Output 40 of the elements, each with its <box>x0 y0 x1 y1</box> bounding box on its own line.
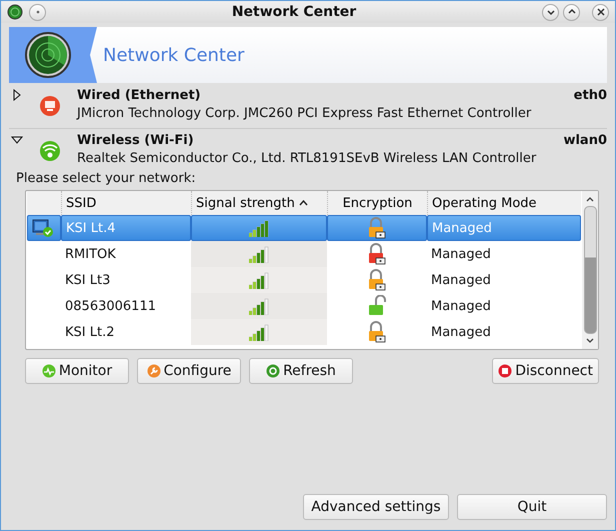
minimize-button[interactable] <box>542 4 559 20</box>
window-title: Network Center <box>230 4 358 20</box>
device-description: JMicron Technology Corp. JMC260 PCI Express Fast Ethernet Controller <box>77 106 532 121</box>
device-description: Realtek Semiconductor Co., Ltd. RTL8191SEvB Wireless LAN Controller <box>77 151 538 166</box>
mode-cell-text: Managed <box>430 298 492 316</box>
quit-button[interactable]: Quit <box>457 494 607 520</box>
dot-icon <box>34 9 40 15</box>
mode-cell: Managed <box>427 215 581 241</box>
scroll-up-icon[interactable] <box>585 195 595 203</box>
network-row[interactable]: RMITOK Managed <box>27 241 581 267</box>
close-button[interactable] <box>592 4 609 20</box>
network-row[interactable]: KSI Lt3 Managed <box>27 267 581 293</box>
device-name: Wired (Ethernet) <box>77 88 201 103</box>
expander-arrow[interactable] <box>11 89 23 103</box>
network-prompt: Please select your network: <box>16 171 197 186</box>
radar-icon <box>25 32 71 78</box>
scrollbar[interactable] <box>582 191 598 349</box>
mode-cell-text: Managed <box>430 272 492 290</box>
scroll-down-icon[interactable] <box>585 337 595 345</box>
refresh-button[interactable]: Refresh <box>249 358 353 384</box>
interface-name: eth0 <box>574 88 607 103</box>
ssid-cell: KSI Lt.4 <box>61 215 191 241</box>
mode-cell-text: Managed <box>430 246 492 264</box>
maximize-button[interactable] <box>563 4 580 20</box>
disconnect-button[interactable]: Disconnect <box>492 358 599 384</box>
network-row[interactable]: KSI Lt.2 Managed <box>27 319 581 345</box>
ssid-cell-text: RMITOK <box>64 246 117 264</box>
close-icon <box>596 7 606 17</box>
banner-title: Network Center <box>103 44 244 66</box>
device-name: Wireless (Wi-Fi) <box>77 133 194 148</box>
configure-button[interactable]: Configure <box>137 358 241 384</box>
ssid-cell-text: KSI Lt3 <box>64 272 112 290</box>
mode-cell-text: Managed <box>430 324 492 342</box>
ssid-cell-text: KSI Lt.2 <box>64 324 116 342</box>
radar-icon <box>7 4 23 20</box>
advanced-settings-button[interactable]: Advanced settings <box>303 494 449 520</box>
interface-name: wlan0 <box>563 133 607 148</box>
network-row[interactable]: 08563006111 Managed <box>27 293 581 319</box>
monitor-button[interactable]: Monitor <box>25 358 129 384</box>
ssid-cell-text: 08563006111 <box>64 298 157 316</box>
